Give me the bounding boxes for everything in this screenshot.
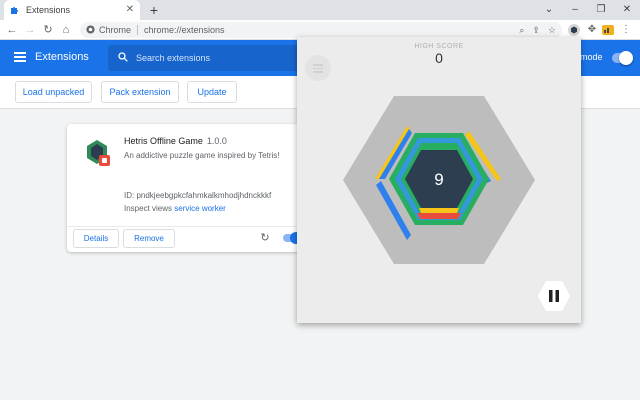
bottom-red-block: [417, 213, 461, 219]
service-worker-link[interactable]: service worker: [174, 204, 226, 213]
url-site: Chrome: [99, 25, 132, 35]
search-input[interactable]: Search extensions: [108, 45, 308, 71]
kebab-menu-icon[interactable]: ⋮: [618, 22, 634, 38]
extension-id: ID: pndkjeebgpkcfahmkalkmhodjhdnckkkf: [124, 191, 272, 200]
remove-button[interactable]: Remove: [123, 229, 175, 248]
hetris-logo-icon: [83, 138, 111, 166]
page-title: Extensions: [35, 51, 89, 63]
share-icon[interactable]: ⇪: [532, 25, 540, 36]
tab-search-icon[interactable]: ⌄: [536, 0, 562, 20]
close-window-button[interactable]: ✕: [614, 0, 640, 20]
hetris-extension-icon[interactable]: [566, 22, 582, 38]
tab-strip: Extensions ✕ + ⌄ – ❐ ✕: [0, 0, 640, 20]
zoom-icon[interactable]: ⌕: [519, 25, 524, 36]
update-button[interactable]: Update: [187, 81, 237, 103]
developer-mode-label: mode: [580, 52, 603, 62]
high-score-value: 0: [435, 50, 443, 66]
bottom-yellow-block: [419, 208, 459, 213]
pause-button[interactable]: [537, 279, 571, 313]
high-score-label: HIGH SCORE: [414, 43, 464, 50]
load-unpacked-button[interactable]: Load unpacked: [15, 81, 92, 103]
address-bar[interactable]: Chrome chrome://extensions ⌕ ⇪ ☆: [80, 22, 562, 38]
home-button[interactable]: ⌂: [58, 22, 74, 38]
reload-extension-icon[interactable]: ↻: [259, 232, 271, 244]
pack-extension-button[interactable]: Pack extension: [101, 81, 179, 103]
game-board[interactable]: 9: [341, 95, 537, 265]
extension-version: 1.0.0: [206, 136, 227, 146]
chrome-logo-icon: [86, 21, 95, 39]
game-menu-button[interactable]: [305, 55, 331, 81]
minimize-button[interactable]: –: [562, 0, 588, 20]
card-divider: [67, 226, 299, 227]
extension-name-text: Hetris Offline Game: [124, 136, 203, 146]
tab-extensions[interactable]: Extensions ✕: [4, 0, 140, 20]
center-number: 9: [434, 170, 443, 189]
extension-card: Hetris Offline Game 1.0.0 An addictive pu…: [67, 124, 302, 252]
extensions-puzzle-icon[interactable]: ✥: [584, 22, 600, 38]
hetris-game-popup: HIGH SCORE 0 9: [297, 37, 581, 323]
new-tab-button[interactable]: +: [146, 2, 162, 18]
inspect-views: Inspect views service worker: [124, 204, 226, 213]
forward-button[interactable]: →: [22, 22, 38, 38]
hamburger-menu-icon[interactable]: [14, 52, 26, 62]
profile-avatar[interactable]: [600, 22, 616, 38]
pause-icon: [549, 290, 553, 302]
tab-title: Extensions: [26, 5, 71, 15]
url-separator: [137, 25, 139, 35]
search-icon: [118, 49, 128, 67]
puzzle-icon: [10, 5, 20, 15]
url-path: chrome://extensions: [144, 25, 225, 35]
extension-name: Hetris Offline Game 1.0.0: [124, 136, 227, 146]
details-button[interactable]: Details: [73, 229, 119, 248]
bookmark-star-icon[interactable]: ☆: [548, 25, 556, 36]
inspect-views-label: Inspect views: [124, 204, 173, 213]
extension-description: An addictive puzzle game inspired by Tet…: [124, 151, 280, 160]
search-placeholder: Search extensions: [136, 53, 211, 63]
maximize-button[interactable]: ❐: [588, 0, 614, 20]
developer-mode-toggle[interactable]: [612, 51, 633, 65]
back-button[interactable]: ←: [4, 22, 20, 38]
close-tab-icon[interactable]: ✕: [126, 5, 134, 15]
reload-button[interactable]: ↻: [40, 22, 56, 38]
